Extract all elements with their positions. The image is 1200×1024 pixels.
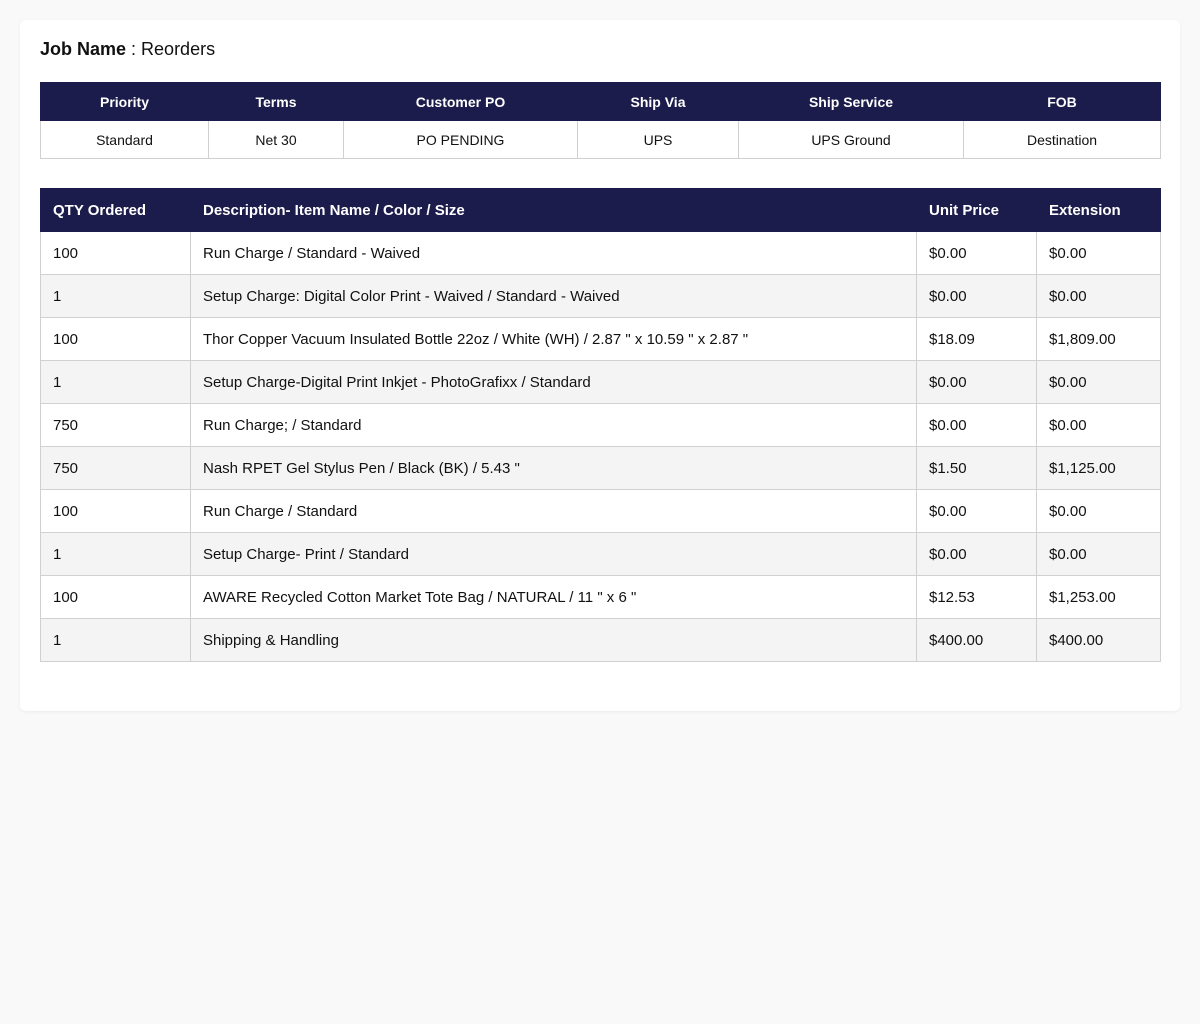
description-cell: Thor Copper Vacuum Insulated Bottle 22oz…: [190, 317, 917, 361]
unit-price-cell: $0.00: [916, 360, 1037, 404]
description-cell: Run Charge / Standard: [190, 489, 917, 533]
extension-cell: $1,809.00: [1036, 317, 1161, 361]
fob-header: FOB: [963, 82, 1161, 121]
ship-via-header: Ship Via: [577, 82, 739, 121]
description-cell: Shipping & Handling: [190, 618, 917, 662]
unit-price-header: Unit Price: [916, 188, 1037, 232]
fob-value: Destination: [963, 120, 1161, 159]
description-cell: AWARE Recycled Cotton Market Tote Bag / …: [190, 575, 917, 619]
customer-po-header: Customer PO: [343, 82, 578, 121]
qty-cell: 750: [40, 403, 191, 447]
qty-cell: 1: [40, 618, 191, 662]
table-row: 1 Setup Charge- Print / Standard $0.00 $…: [40, 532, 1161, 576]
order-info-header-row: Priority Terms Customer PO Ship Via Ship…: [40, 82, 1161, 121]
priority-header: Priority: [40, 82, 209, 121]
line-items-table: QTY Ordered Description- Item Name / Col…: [40, 188, 1161, 662]
qty-cell: 100: [40, 317, 191, 361]
table-row: 100 Run Charge / Standard - Waived $0.00…: [40, 231, 1161, 275]
extension-cell: $0.00: [1036, 489, 1161, 533]
customer-po-value: PO PENDING: [343, 120, 578, 159]
extension-cell: $1,125.00: [1036, 446, 1161, 490]
table-row: 1 Setup Charge: Digital Color Print - Wa…: [40, 274, 1161, 318]
extension-cell: $400.00: [1036, 618, 1161, 662]
extension-cell: $0.00: [1036, 274, 1161, 318]
order-info-table: Priority Terms Customer PO Ship Via Ship…: [40, 82, 1161, 159]
qty-cell: 100: [40, 489, 191, 533]
description-header: Description- Item Name / Color / Size: [190, 188, 917, 232]
table-row: 100 Thor Copper Vacuum Insulated Bottle …: [40, 317, 1161, 361]
qty-cell: 100: [40, 231, 191, 275]
unit-price-cell: $1.50: [916, 446, 1037, 490]
table-row: 1 Shipping & Handling $400.00 $400.00: [40, 618, 1161, 662]
job-name-label: Job Name: [40, 39, 127, 59]
description-cell: Setup Charge- Print / Standard: [190, 532, 917, 576]
extension-header: Extension: [1036, 188, 1161, 232]
job-name: Job Name : Reorders: [40, 38, 215, 60]
job-name-separator: :: [126, 39, 142, 59]
line-items-header-row: QTY Ordered Description- Item Name / Col…: [40, 188, 1161, 232]
qty-cell: 100: [40, 575, 191, 619]
description-cell: Nash RPET Gel Stylus Pen / Black (BK) / …: [190, 446, 917, 490]
ship-service-value: UPS Ground: [738, 120, 964, 159]
table-row: 1 Setup Charge-Digital Print Inkjet - Ph…: [40, 360, 1161, 404]
description-cell: Setup Charge-Digital Print Inkjet - Phot…: [190, 360, 917, 404]
qty-cell: 1: [40, 274, 191, 318]
qty-ordered-header: QTY Ordered: [40, 188, 191, 232]
unit-price-cell: $0.00: [916, 274, 1037, 318]
ship-service-header: Ship Service: [738, 82, 964, 121]
unit-price-cell: $0.00: [916, 231, 1037, 275]
unit-price-cell: $0.00: [916, 489, 1037, 533]
table-row: 100 Run Charge / Standard $0.00 $0.00: [40, 489, 1161, 533]
unit-price-cell: $18.09: [916, 317, 1037, 361]
order-card: Job Name : Reorders Priority Terms Custo…: [20, 20, 1180, 711]
extension-cell: $0.00: [1036, 532, 1161, 576]
qty-cell: 750: [40, 446, 191, 490]
unit-price-cell: $0.00: [916, 532, 1037, 576]
description-cell: Run Charge / Standard - Waived: [190, 231, 917, 275]
extension-cell: $1,253.00: [1036, 575, 1161, 619]
extension-cell: $0.00: [1036, 360, 1161, 404]
unit-price-cell: $0.00: [916, 403, 1037, 447]
unit-price-cell: $12.53: [916, 575, 1037, 619]
ship-via-value: UPS: [577, 120, 739, 159]
unit-price-cell: $400.00: [916, 618, 1037, 662]
table-row: 750 Run Charge; / Standard $0.00 $0.00: [40, 403, 1161, 447]
priority-value: Standard: [40, 120, 209, 159]
extension-cell: $0.00: [1036, 231, 1161, 275]
description-cell: Run Charge; / Standard: [190, 403, 917, 447]
description-cell: Setup Charge: Digital Color Print - Waiv…: [190, 274, 917, 318]
qty-cell: 1: [40, 532, 191, 576]
extension-cell: $0.00: [1036, 403, 1161, 447]
terms-value: Net 30: [208, 120, 344, 159]
job-name-value: Reorders: [141, 39, 216, 59]
table-row: 750 Nash RPET Gel Stylus Pen / Black (BK…: [40, 446, 1161, 490]
qty-cell: 1: [40, 360, 191, 404]
table-row: 100 AWARE Recycled Cotton Market Tote Ba…: [40, 575, 1161, 619]
terms-header: Terms: [208, 82, 344, 121]
order-info-value-row: Standard Net 30 PO PENDING UPS UPS Groun…: [40, 120, 1161, 159]
